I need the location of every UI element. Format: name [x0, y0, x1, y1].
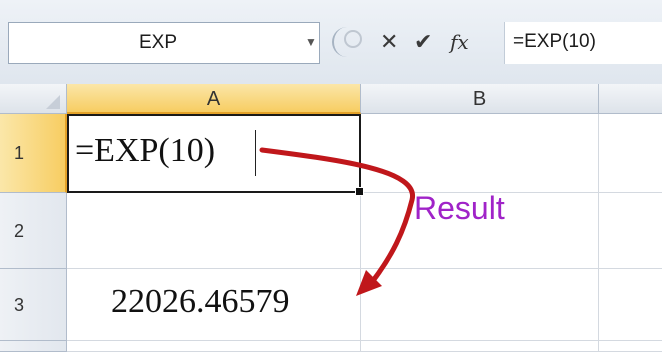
- cell-a3-value: 22026.46579: [111, 283, 290, 320]
- name-box-value: EXP: [139, 32, 178, 53]
- cell-c4[interactable]: [599, 341, 662, 352]
- row-header-3[interactable]: 3: [0, 269, 67, 341]
- column-header-b[interactable]: B: [361, 84, 599, 114]
- cell-a3[interactable]: 22026.46579: [67, 269, 361, 341]
- insert-function-icon[interactable]: fx: [450, 28, 469, 56]
- result-annotation: Result: [414, 190, 505, 226]
- cell-a4[interactable]: [67, 341, 361, 352]
- formula-bar: EXP ▼ ✕ ✔ fx =EXP(10): [0, 0, 662, 85]
- cell-b4[interactable]: [361, 341, 599, 352]
- cell-c3[interactable]: [599, 269, 662, 341]
- row-header-2[interactable]: 2: [0, 193, 67, 269]
- column-header-c[interactable]: [599, 84, 662, 114]
- formula-expand-icon[interactable]: [344, 30, 362, 48]
- enter-check-icon[interactable]: ✔: [414, 28, 432, 56]
- cell-b1[interactable]: [361, 114, 599, 193]
- cell-a1-value: =EXP(10): [75, 132, 216, 169]
- name-box[interactable]: EXP ▼: [8, 22, 320, 64]
- cell-c2[interactable]: [599, 193, 662, 269]
- row-header-4[interactable]: [0, 341, 67, 352]
- select-all-icon: [46, 95, 60, 109]
- column-header-a[interactable]: A: [67, 84, 361, 114]
- text-cursor: [255, 130, 256, 176]
- cell-a1-active[interactable]: =EXP(10): [67, 114, 364, 196]
- cell-c1[interactable]: [599, 114, 662, 193]
- formula-input-value: =EXP(10): [513, 31, 596, 52]
- cell-a2[interactable]: [67, 193, 361, 269]
- select-all-corner[interactable]: [0, 84, 67, 114]
- name-box-dropdown-icon[interactable]: ▼: [305, 35, 317, 49]
- cancel-icon[interactable]: ✕: [380, 28, 398, 56]
- fill-handle[interactable]: [355, 187, 364, 196]
- formula-buttons: ✕ ✔ fx: [330, 22, 504, 64]
- row-header-1[interactable]: 1: [0, 114, 67, 193]
- cell-b3[interactable]: [361, 269, 599, 341]
- formula-input[interactable]: =EXP(10): [504, 22, 662, 64]
